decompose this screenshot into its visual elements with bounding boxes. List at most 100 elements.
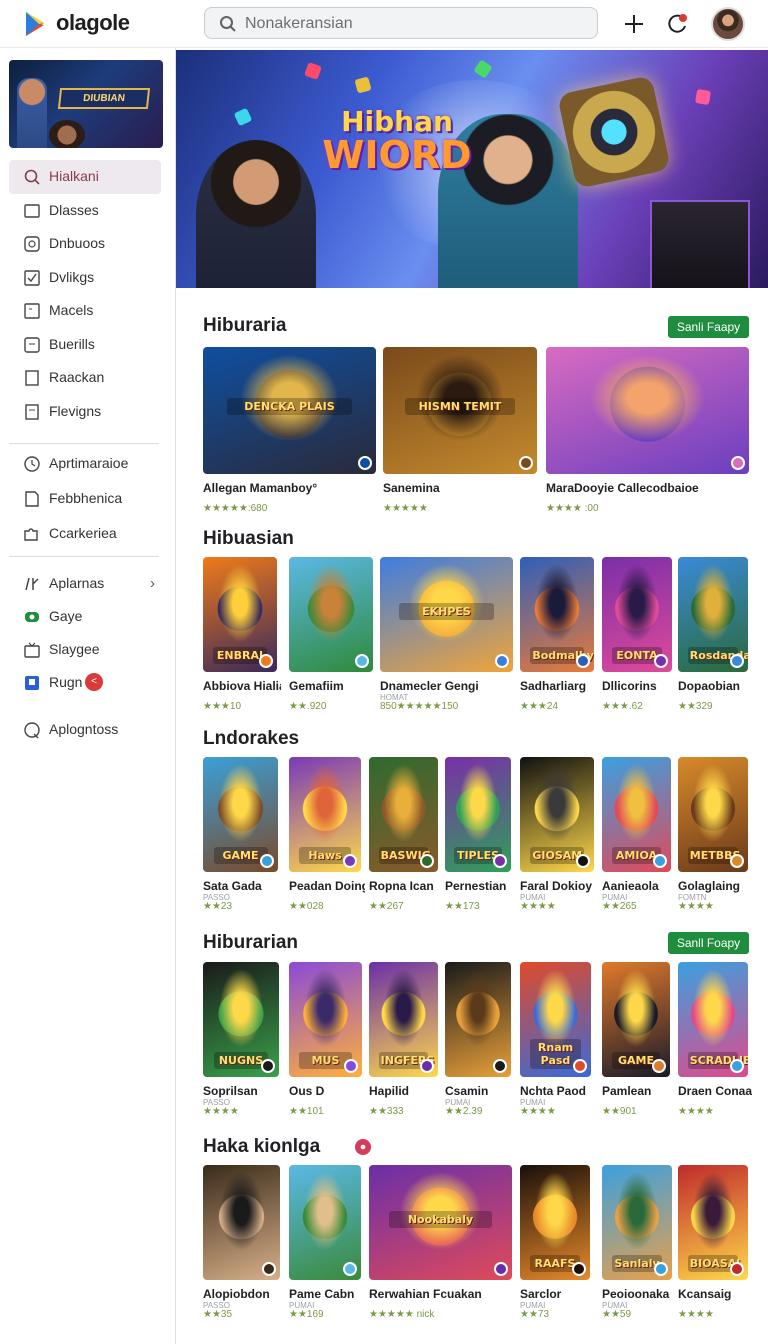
sidebar-item-febbhenica[interactable]: Febbhenica — [9, 482, 161, 516]
app-thumbnail[interactable]: BIOASAL — [678, 1165, 748, 1280]
app-rating: ★★★★ — [520, 901, 556, 912]
app-thumbnail[interactable] — [203, 1165, 280, 1280]
app-rating: ★★★24 — [520, 701, 559, 712]
install-badge-icon — [493, 854, 507, 868]
sidebar-item-dvlikgs[interactable]: Dvlikgs — [9, 261, 161, 295]
sidebar-item-flevigns[interactable]: Flevigns — [9, 395, 161, 429]
app-thumbnail[interactable]: EKHPES — [380, 557, 513, 672]
sidebar-item-aplarnas[interactable]: Aplarnas › — [9, 567, 161, 601]
app-thumbnail[interactable]: Sanlaly — [602, 1165, 672, 1280]
app-thumbnail[interactable]: Rnam Pasd — [520, 962, 591, 1077]
chevron-right-icon[interactable]: › — [150, 575, 155, 592]
see-all-button[interactable]: Sanll Foapy — [668, 932, 749, 954]
app-rating: ★★267 — [369, 901, 404, 912]
hero-title-line2: WIORD — [322, 133, 472, 177]
app-thumbnail[interactable]: TIPLES — [445, 757, 511, 872]
sidebar-item-aprtimaraioe[interactable]: Aprtimaraioe — [9, 447, 161, 481]
sidebar-item-label: Ccarkeriea — [49, 525, 117, 541]
app-thumbnail[interactable] — [546, 347, 749, 474]
app-rating: ★★★★★ — [383, 503, 428, 514]
notification-badge: < — [85, 673, 103, 691]
sidebar-banner[interactable]: DIUBIAN — [9, 60, 163, 148]
see-all-button[interactable]: Sanli Faapy — [668, 316, 749, 338]
app-emblem-text: HISMN TEMIT — [404, 397, 516, 415]
flag-icon — [25, 403, 39, 420]
app-thumbnail[interactable]: RAAFS — [520, 1165, 590, 1280]
sidebar-item-slaygee[interactable]: Slaygee — [9, 633, 161, 667]
app-thumbnail[interactable]: BASWIG — [369, 757, 438, 872]
app-thumbnail[interactable]: GIOSAM — [520, 757, 594, 872]
hero-title: Hibhan WIORD — [322, 108, 472, 177]
sidebar-item-gaye[interactable]: Gaye — [9, 600, 161, 634]
app-name: Abbiova Hialias — [203, 679, 281, 693]
app-thumbnail[interactable]: Nookabaly — [369, 1165, 512, 1280]
app-thumbnail[interactable]: DENCKA PLAIS — [203, 347, 376, 474]
app-thumbnail[interactable] — [445, 962, 511, 1077]
app-thumbnail[interactable] — [289, 557, 373, 672]
play-logo-icon[interactable] — [22, 9, 52, 39]
hero-banner[interactable]: Hibhan WIORD — [176, 50, 768, 288]
app-name: Allegan Mamanboy° — [203, 481, 318, 495]
notification-icon[interactable] — [663, 10, 691, 38]
sidebar-item-label: Aplogntoss — [49, 721, 119, 737]
install-badge-icon — [493, 1059, 507, 1073]
app-rating: ★★★10 — [203, 701, 242, 712]
app-thumbnail[interactable]: GAME — [602, 962, 670, 1077]
app-thumbnail[interactable]: METBBS — [678, 757, 748, 872]
app-thumbnail[interactable]: Haws — [289, 757, 361, 872]
app-rating: ★★73 — [520, 1309, 550, 1320]
app-thumbnail[interactable]: Bodmalby — [520, 557, 594, 672]
sidebar-item-label: Dvlikgs — [49, 268, 95, 285]
brand-name[interactable]: olagole — [56, 10, 130, 36]
tag-icon — [24, 336, 40, 353]
search-input[interactable] — [245, 12, 585, 36]
sidebar-item-ccarkeriea[interactable]: Ccarkeriea — [9, 517, 161, 551]
apps-icon — [25, 577, 39, 591]
install-badge-icon — [730, 654, 744, 668]
app-thumbnail[interactable]: ENBRAI — [203, 557, 277, 672]
app-rating: ★★.920 — [289, 701, 327, 712]
app-name: Sanemina — [383, 481, 440, 495]
sidebar-item-rugn[interactable]: Rugn < — [9, 666, 161, 700]
sidebar-item-dlasses[interactable]: Dlasses — [9, 194, 161, 228]
tv-icon — [24, 642, 40, 658]
app-thumbnail[interactable]: GAME — [203, 757, 278, 872]
sidebar-item-aplogntoss[interactable]: Aplogntoss — [9, 713, 161, 747]
square-icon — [24, 303, 40, 319]
search-box[interactable] — [204, 7, 598, 39]
install-badge-icon — [573, 1059, 587, 1073]
app-name: Csamin — [445, 1084, 489, 1098]
install-badge-icon — [652, 1059, 666, 1073]
app-thumbnail[interactable]: SCRADLIER — [678, 962, 748, 1077]
app-thumbnail[interactable]: EONTA — [602, 557, 672, 672]
sidebar-item-macels[interactable]: Macels — [9, 294, 161, 328]
app-thumbnail[interactable]: INGFERS — [369, 962, 438, 1077]
app-name: Ropna Ican — [369, 879, 434, 893]
sidebar-item-label: Slaygee — [49, 641, 100, 657]
app-name: Pernestian — [445, 879, 507, 893]
app-thumbnail[interactable]: MUS — [289, 962, 362, 1077]
app-rating: ★★2.39 — [445, 1106, 483, 1117]
puzzle-icon — [24, 528, 38, 541]
sidebar-item-buerills[interactable]: Buerills — [9, 328, 161, 362]
plus-icon[interactable] — [620, 10, 648, 38]
gamepad-icon — [25, 612, 39, 622]
app-artwork — [546, 347, 749, 474]
install-badge-icon — [355, 654, 369, 668]
top-bar: olagole — [0, 0, 768, 48]
app-thumbnail[interactable]: HISMN TEMIT — [383, 347, 537, 474]
app-thumbnail[interactable]: NUGNS — [203, 962, 279, 1077]
app-rating: ★★329 — [678, 701, 713, 712]
app-emblem-text: Nookabaly — [389, 1211, 492, 1228]
app-thumbnail[interactable] — [289, 1165, 361, 1280]
sidebar-item-raackan[interactable]: Raackan — [9, 361, 161, 395]
search-icon — [220, 16, 236, 32]
sidebar-item-dnbuoos[interactable]: Dnbuoos — [9, 227, 161, 261]
sidebar-item-hialkani[interactable]: Hialkani — [9, 160, 161, 194]
avatar[interactable] — [711, 7, 745, 41]
app-thumbnail[interactable]: AMIOA — [602, 757, 671, 872]
app-rating: ★★★★ — [678, 1309, 714, 1320]
search-icon — [24, 169, 40, 185]
app-thumbnail[interactable]: Rosdandar — [678, 557, 748, 672]
app-name: Kcansaig — [678, 1287, 732, 1301]
